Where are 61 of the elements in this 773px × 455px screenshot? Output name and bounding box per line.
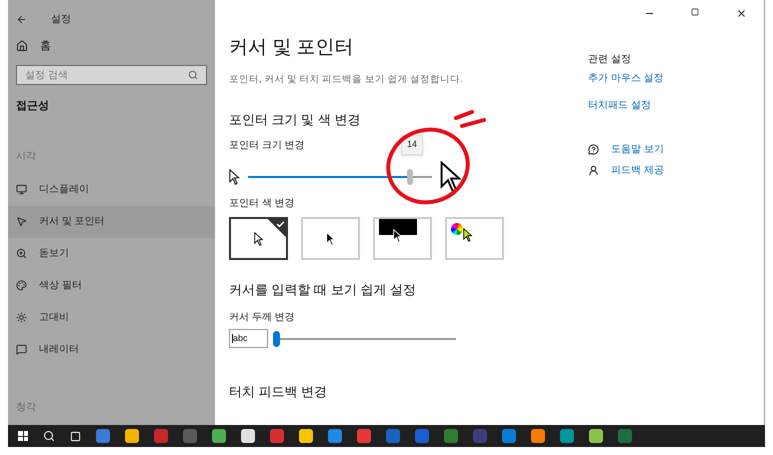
- group-label: 청각: [15, 400, 37, 414]
- nav-item[interactable]: 커서 및 포인터: [8, 206, 215, 238]
- cursor-preview-field: abc: [229, 329, 268, 348]
- section-title: 커서를 입력할 때 보기 쉽게 설정: [229, 281, 418, 300]
- nav-item[interactable]: 내레이터: [8, 334, 215, 366]
- pointer-color-option[interactable]: [229, 217, 288, 260]
- cursor-icon: [254, 232, 264, 246]
- help-icon: [588, 144, 599, 155]
- windows-logo-icon[interactable]: [18, 431, 28, 441]
- magnifier-icon: [16, 248, 27, 259]
- slider-thumb[interactable]: [407, 169, 414, 186]
- palette-icon: [16, 280, 27, 291]
- cursor-icon: [393, 229, 403, 244]
- nav-item[interactable]: 디스플레이: [8, 174, 215, 206]
- taskbar-app-icon[interactable]: [531, 429, 545, 443]
- section-heading: 접근성: [15, 99, 50, 114]
- related-link[interactable]: 터치패드 설정: [588, 98, 664, 113]
- large-cursor-icon: [440, 161, 463, 194]
- help-link[interactable]: 피드백 제공: [611, 163, 664, 178]
- back-icon[interactable]: [16, 14, 27, 24]
- nav-item[interactable]: 고대비: [8, 302, 215, 334]
- setting-label: 포인터 색 변경: [229, 197, 296, 212]
- search-icon[interactable]: [43, 430, 55, 442]
- inverted-background-block: [379, 219, 417, 236]
- close-icon[interactable]: [736, 8, 746, 19]
- page-description: 포인터, 커서 및 터치 피드백을 보기 쉽게 설정합니다.: [229, 72, 464, 86]
- pointer-size-slider[interactable]: [248, 167, 432, 188]
- cursor-thickness-slider[interactable]: [276, 328, 456, 349]
- cursor-icon: [463, 228, 473, 242]
- section-title: 포인터 크기 및 색 변경: [229, 110, 362, 129]
- person-icon: [588, 165, 599, 176]
- speech-icon: [16, 344, 27, 355]
- nav-item[interactable]: 돋보기: [8, 238, 215, 270]
- section-title: 터치 피드백 변경: [229, 382, 328, 401]
- color-wheel-icon: [451, 223, 463, 236]
- small-cursor-icon: [229, 169, 240, 186]
- monitor-icon: [16, 184, 27, 195]
- taskbar-app-icon[interactable]: [241, 429, 255, 443]
- setting-label: 포인터 크기 변경: [229, 139, 305, 154]
- taskbar-app-icon[interactable]: [299, 429, 313, 443]
- taskbar-app-icon[interactable]: [212, 429, 226, 443]
- window-title: 설정: [51, 12, 71, 26]
- task-view-icon[interactable]: [70, 430, 81, 442]
- taskbar-app-icon[interactable]: [589, 429, 603, 443]
- slider-tooltip: 14: [401, 135, 424, 155]
- home-link[interactable]: 홈: [40, 38, 51, 54]
- maximize-icon[interactable]: [691, 8, 699, 16]
- page-title: 커서 및 포인터: [229, 36, 355, 60]
- group-label: 시각: [15, 150, 37, 164]
- taskbar-app-icon[interactable]: [125, 429, 139, 443]
- help-link[interactable]: 도움말 보기: [611, 142, 664, 157]
- pointer-icon: [16, 216, 27, 227]
- setting-label: 커서 두께 변경: [229, 310, 296, 325]
- sun-icon: [16, 312, 27, 323]
- related-link[interactable]: 추가 마우스 설정: [588, 71, 664, 86]
- nav-item[interactable]: 색상 필터: [8, 270, 215, 302]
- home-icon: [16, 40, 28, 52]
- cursor-icon: [326, 232, 336, 246]
- related-title: 관련 설정: [588, 53, 632, 67]
- search-icon: [188, 70, 198, 80]
- slider-thumb[interactable]: [273, 330, 280, 347]
